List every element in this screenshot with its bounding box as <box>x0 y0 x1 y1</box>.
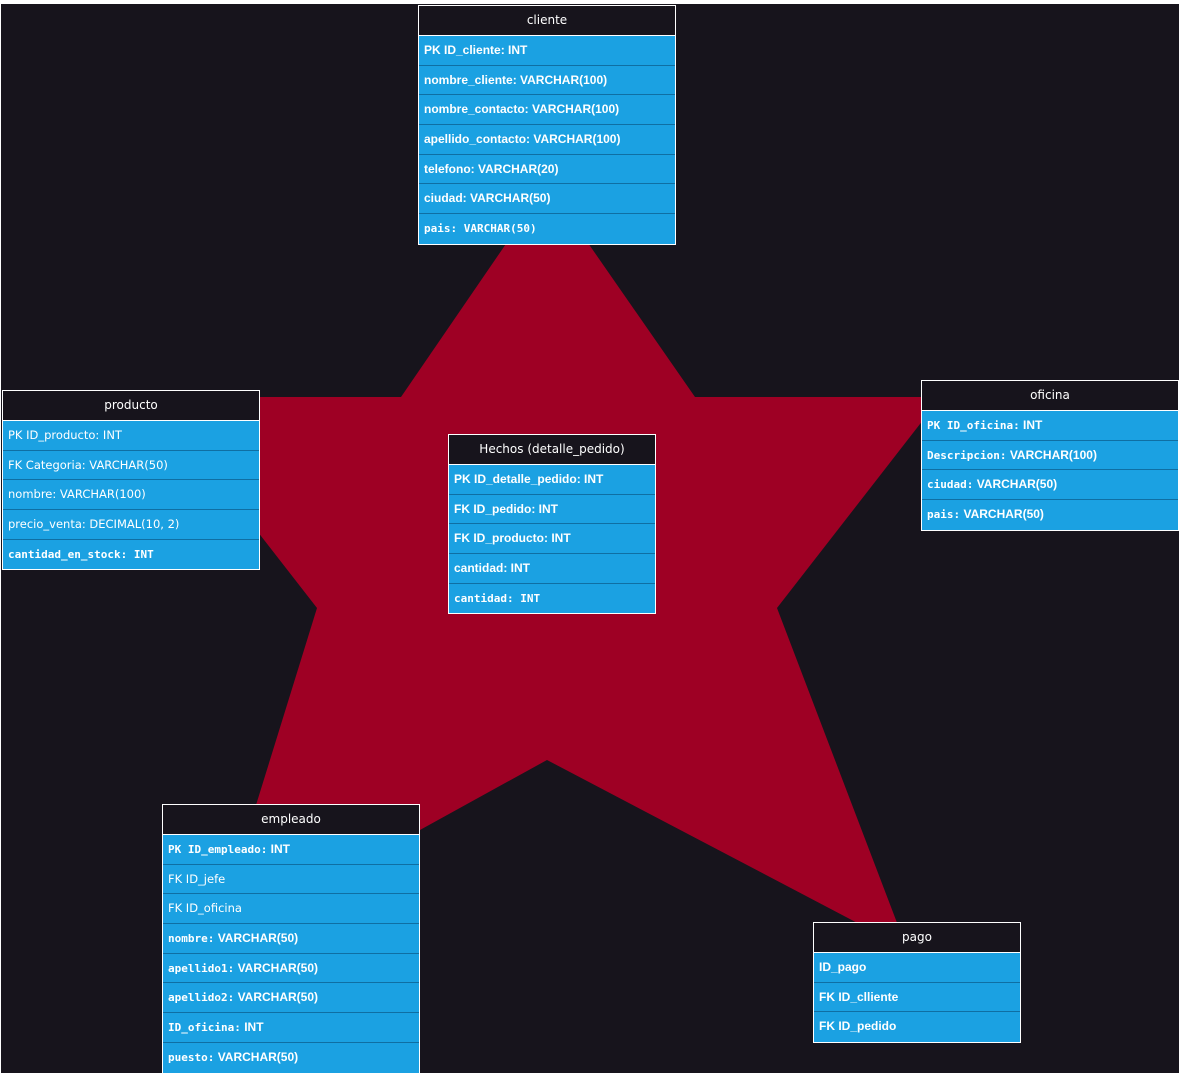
field-name: PK ID_oficina: <box>927 419 1020 432</box>
entity-field[interactable]: cantidad_en_stock: INT <box>3 539 259 570</box>
entity-field[interactable]: FK Categoria: VARCHAR(50) <box>3 450 259 481</box>
entity-field[interactable]: cantidad: INT <box>449 554 655 584</box>
entity-title: empleado <box>163 805 419 835</box>
entity-field[interactable]: apellido1: VARCHAR(50) <box>163 953 419 984</box>
entity-field[interactable]: nombre: VARCHAR(50) <box>163 924 419 954</box>
field-type: INT <box>240 1020 264 1035</box>
entity-field[interactable]: FK ID_jefe <box>163 864 419 895</box>
entity-oficina[interactable]: oficina PK ID_oficina: INT Descripcion: … <box>921 380 1179 531</box>
entity-field[interactable]: Descripcion: VARCHAR(100) <box>922 440 1178 471</box>
entity-field[interactable]: FK ID_producto: INT <box>449 524 655 555</box>
field-type: VARCHAR(50) <box>214 1049 299 1064</box>
entity-field[interactable]: nombre_cliente: VARCHAR(100) <box>419 65 675 96</box>
entity-field[interactable]: PK ID_producto: INT <box>3 421 259 451</box>
field-type: VARCHAR(50) <box>214 931 299 946</box>
field-type: VARCHAR(50) <box>973 477 1058 492</box>
field-type: VARCHAR(100) <box>1006 447 1097 462</box>
entity-field[interactable]: apellido2: VARCHAR(50) <box>163 983 419 1014</box>
entity-field[interactable]: pais: VARCHAR(50) <box>419 214 675 244</box>
field-name: ID_oficina: <box>168 1021 241 1035</box>
entity-title: oficina <box>922 381 1178 411</box>
entity-title: Hechos (detalle_pedido) <box>449 435 655 465</box>
field-name: apellido2: <box>168 991 235 1005</box>
field-name: apellido1: <box>168 961 235 975</box>
entity-field[interactable]: apellido_contacto: VARCHAR(100) <box>419 125 675 155</box>
entity-field[interactable]: PK ID_oficina: INT <box>922 411 1178 441</box>
field-name: pais: <box>927 508 961 522</box>
entity-field[interactable]: FK ID_pedido: INT <box>449 494 655 525</box>
field-type: VARCHAR(50) <box>234 990 319 1005</box>
entity-field[interactable]: precio_venta: DECIMAL(10, 2) <box>3 510 259 540</box>
entity-hechos[interactable]: Hechos (detalle_pedido) PK ID_detalle_pe… <box>448 434 656 615</box>
entity-field[interactable]: FK ID_clliente <box>814 982 1020 1013</box>
field-type: VARCHAR(50) <box>960 507 1044 522</box>
entity-field[interactable]: nombre_contacto: VARCHAR(100) <box>419 95 675 126</box>
entity-field[interactable]: PK ID_cliente: INT <box>419 36 675 66</box>
entity-field[interactable]: PK ID_detalle_pedido: INT <box>449 465 655 495</box>
entity-field[interactable]: pais: VARCHAR(50) <box>922 500 1178 530</box>
diagram-canvas: cliente PK ID_cliente: INT nombre_client… <box>1 4 1179 1073</box>
entity-pago[interactable]: pago ID_pago FK ID_clliente FK ID_pedido <box>813 922 1021 1044</box>
entity-title: pago <box>814 923 1020 953</box>
field-type: INT <box>1019 418 1043 432</box>
entity-field[interactable]: FK ID_pedido <box>814 1012 1020 1043</box>
field-type: INT <box>267 842 291 856</box>
entity-field[interactable]: ID_pago <box>814 953 1020 983</box>
field-name: ciudad: <box>927 478 974 492</box>
field-name: Descripcion: <box>927 448 1007 462</box>
entity-field[interactable]: puesto: VARCHAR(50) <box>163 1042 419 1073</box>
field-name: nombre: <box>168 932 215 946</box>
field-name: puesto: <box>168 1050 215 1064</box>
entity-empleado[interactable]: empleado PK ID_empleado: INT FK ID_jefe … <box>162 804 420 1073</box>
entity-field[interactable]: ID_oficina: INT <box>163 1013 419 1043</box>
entity-field[interactable]: cantidad: INT <box>449 583 655 614</box>
entity-field[interactable]: ciudad: VARCHAR(50) <box>922 470 1178 501</box>
entity-title: producto <box>3 391 259 421</box>
entity-cliente[interactable]: cliente PK ID_cliente: INT nombre_client… <box>418 5 676 245</box>
field-type: VARCHAR(50) <box>234 960 319 975</box>
entity-field[interactable]: ciudad: VARCHAR(50) <box>419 184 675 215</box>
entity-field[interactable]: PK ID_empleado: INT <box>163 835 419 865</box>
entity-producto[interactable]: producto PK ID_producto: INT FK Categori… <box>2 390 260 571</box>
entity-title: cliente <box>419 6 675 36</box>
entity-field[interactable]: nombre: VARCHAR(100) <box>3 480 259 511</box>
entity-field[interactable]: telefono: VARCHAR(20) <box>419 154 675 185</box>
field-name: PK ID_empleado: <box>168 843 268 856</box>
entity-field[interactable]: FK ID_oficina <box>163 894 419 925</box>
